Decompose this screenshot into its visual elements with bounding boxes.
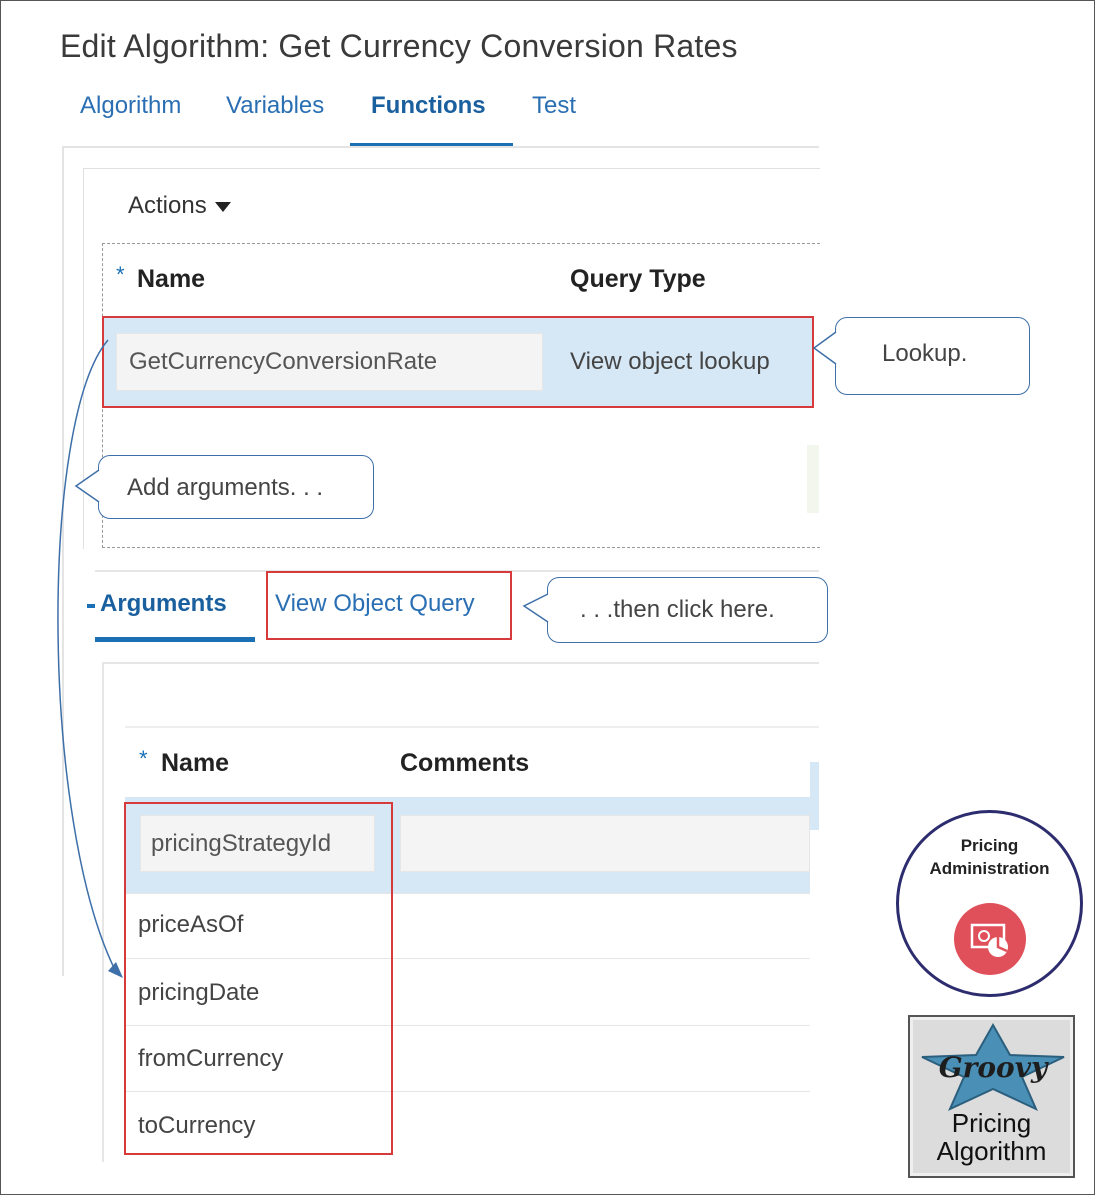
required-marker: * bbox=[139, 746, 148, 771]
badge-label: Administration bbox=[929, 859, 1050, 878]
arguments-table-border bbox=[125, 726, 819, 728]
argument-comments-field[interactable] bbox=[400, 815, 810, 872]
column-header-name: Name bbox=[137, 265, 206, 293]
panel-border bbox=[62, 146, 64, 976]
scroll-stub bbox=[807, 445, 819, 513]
arguments-highlight bbox=[124, 802, 393, 1155]
tab-variables[interactable]: Variables bbox=[226, 92, 324, 120]
callout-add-arguments: Add arguments. . . bbox=[98, 455, 374, 519]
actions-menu[interactable]: Actions bbox=[128, 192, 231, 220]
groovy-star-logo: Groovy bbox=[921, 1023, 1065, 1111]
active-subtab-indicator bbox=[95, 637, 255, 642]
column-header-comments: Comments bbox=[400, 749, 530, 777]
groovy-badge-line: Algorithm bbox=[936, 1136, 1047, 1166]
tab-algorithm[interactable]: Algorithm bbox=[80, 92, 181, 120]
selected-row-edge bbox=[810, 762, 819, 830]
column-header-query-type: Query Type bbox=[570, 265, 706, 293]
tab-test[interactable]: Test bbox=[532, 92, 576, 120]
callout-add-arguments-pointer bbox=[74, 469, 100, 503]
groovy-badge-label: Pricing Algorithm bbox=[910, 1109, 1073, 1165]
badge-label: Pricing bbox=[960, 836, 1019, 855]
actions-label: Actions bbox=[128, 192, 207, 219]
caret-down-icon bbox=[214, 201, 231, 212]
pricing-icon bbox=[954, 903, 1026, 975]
subtab-view-object-query[interactable]: View Object Query bbox=[275, 590, 475, 618]
groovy-pricing-algorithm-badge: Groovy Pricing Algorithm bbox=[908, 1015, 1075, 1178]
page-title: Edit Algorithm: Get Currency Conversion … bbox=[60, 28, 738, 64]
groovy-badge-line: Pricing bbox=[951, 1108, 1032, 1138]
function-name-field[interactable]: GetCurrencyConversionRate bbox=[116, 333, 543, 391]
subtab-arguments[interactable]: Arguments bbox=[100, 590, 227, 618]
callout-lookup: Lookup. bbox=[835, 317, 1030, 395]
arguments-panel-border bbox=[102, 662, 819, 664]
tab-functions[interactable]: Functions bbox=[371, 92, 486, 120]
subtab-marker bbox=[87, 604, 95, 608]
callout-then-click-pointer bbox=[522, 593, 549, 623]
callout-then-click: . . .then click here. bbox=[547, 577, 828, 643]
arguments-panel-border bbox=[102, 662, 104, 1162]
query-type-value: View object lookup bbox=[570, 348, 770, 375]
svg-text:Groovy: Groovy bbox=[939, 1051, 1049, 1084]
pricing-administration-badge: Pricing Administration bbox=[896, 810, 1083, 997]
callout-lookup-pointer bbox=[812, 331, 838, 365]
panel-border bbox=[62, 146, 819, 148]
required-marker: * bbox=[116, 262, 125, 287]
column-header-name: Name bbox=[161, 749, 230, 777]
